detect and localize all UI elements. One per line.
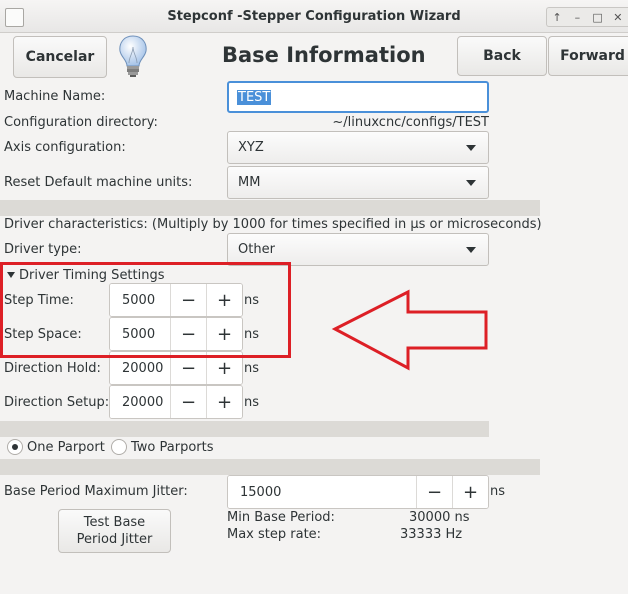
- forward-button[interactable]: Forward: [548, 36, 628, 76]
- chevron-down-icon: [466, 246, 476, 253]
- driver-characteristics-text: Driver characteristics: (Multiply by 100…: [4, 217, 542, 232]
- annotation-highlight-box: [0, 262, 291, 358]
- two-parports-label[interactable]: Two Parports: [131, 440, 214, 455]
- test-base-period-jitter-button[interactable]: Test Base Period Jitter: [58, 509, 171, 553]
- jitter-value[interactable]: 15000: [228, 476, 416, 508]
- two-parports-radio[interactable]: [111, 439, 127, 455]
- decrement-button[interactable]: −: [170, 386, 206, 418]
- annotation-arrow-icon: [330, 288, 490, 372]
- chevron-down-icon: [466, 179, 476, 186]
- separator: [0, 200, 540, 216]
- max-step-rate-label: Max step rate:: [227, 527, 322, 542]
- units-select[interactable]: MM: [227, 166, 489, 199]
- machine-name-label: Machine Name:: [4, 89, 106, 104]
- axis-config-value: XYZ: [238, 140, 264, 155]
- min-base-period-value: 30000 ns: [409, 510, 470, 525]
- driver-type-value: Other: [238, 242, 275, 257]
- decrement-button[interactable]: −: [416, 476, 452, 508]
- units-value: MM: [238, 175, 261, 190]
- window-controls: ↑ – □ ✕: [546, 7, 628, 27]
- max-step-rate-value: 33333 Hz: [400, 527, 463, 542]
- units-label: Reset Default machine units:: [4, 175, 193, 190]
- chevron-down-icon: [466, 144, 476, 151]
- direction-setup-label: Direction Setup:: [4, 395, 110, 410]
- increment-button[interactable]: +: [206, 386, 242, 418]
- jitter-unit: ns: [490, 484, 506, 499]
- machine-name-input[interactable]: TEST: [227, 81, 489, 113]
- axis-config-label: Axis configuration:: [4, 140, 126, 155]
- axis-config-select[interactable]: XYZ: [227, 131, 489, 164]
- window-maximize-icon[interactable]: □: [589, 11, 607, 24]
- jitter-label: Base Period Maximum Jitter:: [4, 484, 188, 499]
- separator: [0, 459, 540, 475]
- direction-setup-spinner[interactable]: 20000 − +: [109, 385, 243, 419]
- min-base-period-label: Min Base Period:: [227, 510, 335, 525]
- back-button[interactable]: Back: [457, 36, 547, 76]
- direction-setup-value[interactable]: 20000: [110, 386, 170, 418]
- window-up-icon[interactable]: ↑: [548, 11, 566, 24]
- window-minimize-icon[interactable]: –: [568, 11, 586, 24]
- lightbulb-icon: [116, 33, 150, 79]
- separator: [0, 421, 489, 437]
- direction-hold-label: Direction Hold:: [4, 361, 101, 376]
- direction-setup-unit: ns: [244, 395, 260, 410]
- one-parport-radio[interactable]: [7, 439, 23, 455]
- jitter-spinner[interactable]: 15000 − +: [227, 475, 489, 509]
- driver-type-label: Driver type:: [4, 242, 82, 257]
- increment-button[interactable]: +: [452, 476, 488, 508]
- page-title: Base Information: [222, 43, 426, 67]
- cancel-button[interactable]: Cancelar: [13, 36, 107, 78]
- window-close-icon[interactable]: ✕: [609, 11, 627, 24]
- window-title: Stepconf -Stepper Configuration Wizard: [167, 9, 461, 24]
- config-dir-label: Configuration directory:: [4, 115, 158, 130]
- one-parport-label[interactable]: One Parport: [27, 440, 105, 455]
- machine-name-value: TEST: [237, 89, 272, 105]
- direction-hold-unit: ns: [244, 361, 260, 376]
- config-dir-value: ~/linuxcnc/configs/TEST: [332, 115, 489, 130]
